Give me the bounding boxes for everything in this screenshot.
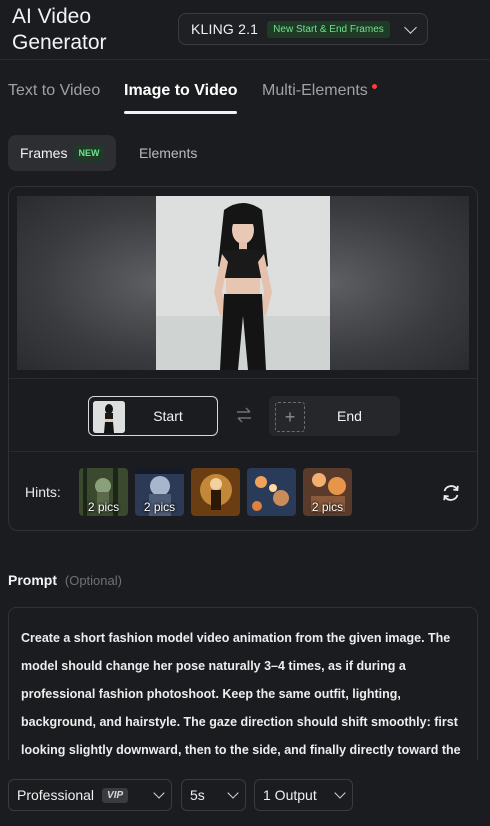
subtab-elements[interactable]: Elements (139, 135, 197, 171)
hints-label: Hints: (25, 484, 61, 500)
chevron-down-icon (227, 787, 239, 799)
preview-blur-left (17, 196, 156, 370)
panel-divider (9, 451, 477, 452)
tab-image-to-video[interactable]: Image to Video (124, 82, 238, 100)
mode-select[interactable]: Professional VIP (8, 779, 172, 811)
hint-thumbnail[interactable] (247, 468, 296, 516)
hint-thumbnail[interactable]: 2 pics (79, 468, 128, 516)
image-preview[interactable] (17, 196, 469, 370)
chevron-down-icon (404, 20, 417, 34)
prompt-title: Prompt (Optional) (8, 572, 122, 588)
app-title: AI Video Generator (12, 5, 107, 54)
vip-badge: VIP (102, 787, 129, 803)
output-count-select[interactable]: 1 Output (254, 779, 353, 811)
tab-text-to-video[interactable]: Text to Video (8, 82, 100, 100)
tab-multi-elements[interactable]: Multi-Elements (262, 82, 368, 100)
hint-thumbnail[interactable]: 2 pics (303, 468, 352, 516)
mode-tabs: Text to Video Image to Video Multi-Eleme… (0, 82, 490, 116)
uploaded-start-image (156, 196, 330, 370)
output-count-value: 1 Output (263, 787, 317, 803)
model-badge: New Start & End Frames (267, 20, 390, 38)
duration-select[interactable]: 5s (181, 779, 246, 811)
model-name: KLING 2.1 (191, 21, 259, 37)
active-tab-indicator (124, 111, 237, 114)
new-badge: NEW (73, 145, 105, 161)
model-select[interactable]: KLING 2.1 New Start & End Frames (178, 13, 428, 45)
header: AI Video Generator KLING 2.1 New Start &… (0, 0, 490, 60)
settings-bar: Professional VIP 5s 1 Output (0, 760, 490, 826)
notification-dot (372, 84, 377, 89)
chevron-down-icon (153, 787, 165, 799)
start-frame-button[interactable]: Start (88, 396, 218, 436)
start-frame-label: Start (153, 408, 183, 424)
hint-caption: 2 pics (311, 500, 344, 514)
chevron-down-icon (334, 787, 346, 799)
mode-value: Professional (17, 787, 95, 803)
hint-thumbnail[interactable]: 2 pics (135, 468, 184, 516)
prompt-optional-label: (Optional) (64, 573, 122, 588)
subtab-frames[interactable]: Frames NEW (8, 135, 117, 171)
prompt-textarea[interactable]: Create a short fashion model video anima… (8, 607, 478, 767)
end-frame-label: End (337, 408, 362, 424)
prompt-title-label: Prompt (8, 572, 57, 588)
duration-value: 5s (190, 787, 205, 803)
preview-blur-right (330, 196, 469, 370)
prompt-text: Create a short fashion model video anima… (21, 631, 461, 757)
hint-caption: 2 pics (87, 500, 120, 514)
frames-panel: Start + End Hints: 2 pics 2 pics 2 pics (8, 186, 478, 531)
end-frame-button[interactable]: + End (269, 396, 400, 436)
panel-divider (9, 378, 477, 379)
hint-caption: 2 pics (143, 500, 176, 514)
refresh-icon[interactable] (441, 483, 461, 503)
swap-arrows-icon[interactable] (235, 406, 253, 424)
hint-thumbnail[interactable] (191, 468, 240, 516)
subtab-frames-label: Frames (20, 145, 68, 161)
